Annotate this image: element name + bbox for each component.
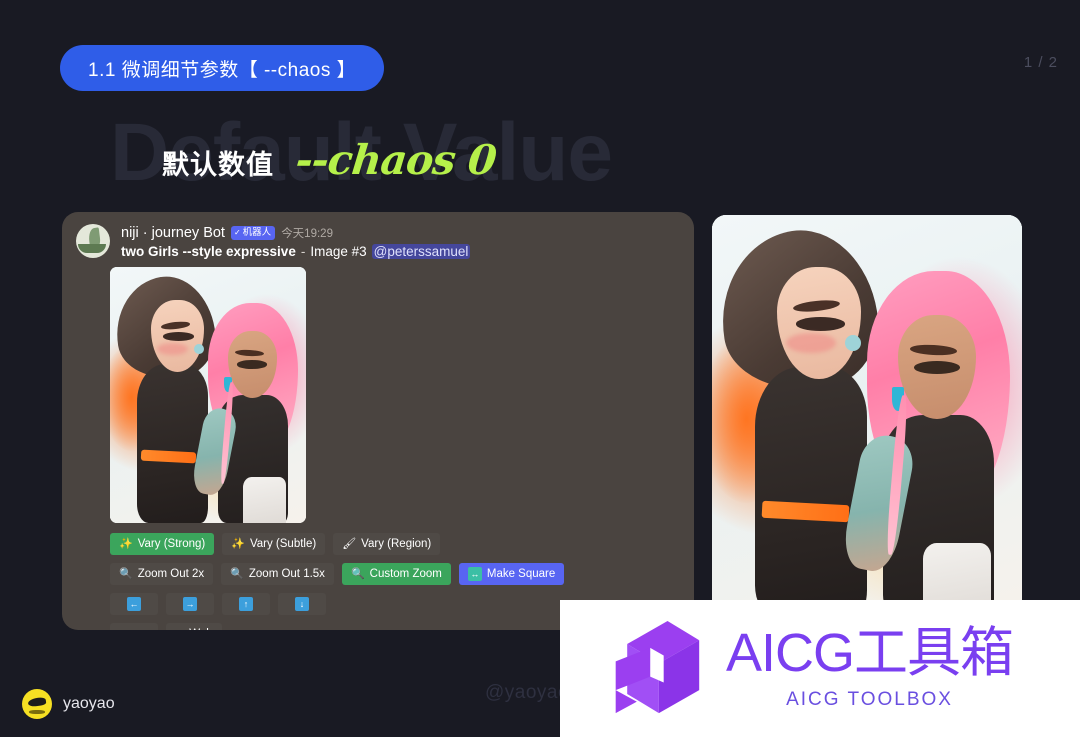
headline-parameter: --chaos 0 [293, 136, 499, 184]
art-left-eye [162, 332, 195, 341]
art-left-earring [845, 335, 861, 351]
button-label: Make Square [486, 568, 556, 580]
magnifier-icon: 🔍 [230, 567, 244, 580]
aicg-logo-texts: AICG工具箱 AICG TOOLBOX [726, 623, 1014, 711]
discord-message-header: niji · journey Bot ✓ 机器人 今天19:29 two Gir… [62, 212, 694, 259]
art-left-blush [786, 333, 836, 353]
vary-region-button[interactable]: 🖌 Vary (Region) [333, 533, 441, 555]
arrow-left-button[interactable]: ← [110, 593, 158, 615]
author-credit: yaoyao [22, 689, 115, 719]
page-indicator: 1 / 2 [1023, 54, 1058, 71]
slide-root: 1.1 微调细节参数【 --chaos 】 1 / 2 Default Valu… [0, 0, 1080, 737]
art-left-body [755, 367, 867, 615]
message-timestamp: 今天19:29 [281, 228, 333, 240]
aicg-logo-block: AICG工具箱 AICG TOOLBOX [560, 600, 1080, 737]
discord-message-body: niji · journey Bot ✓ 机器人 今天19:29 two Gir… [121, 224, 471, 259]
arrow-down-icon: ↓ [295, 597, 309, 611]
button-label: Vary (Region) [361, 538, 432, 550]
make-square-button[interactable]: ↔ Make Square [458, 563, 565, 585]
author-name: yaoyao [63, 695, 115, 712]
button-label: Vary (Subtle) [249, 538, 317, 550]
art-right-eye [913, 361, 960, 374]
headline-foreground: 默认数值 --chaos 0 [162, 136, 499, 184]
center-watermark: @yaoyao [485, 682, 570, 703]
heart-icon: ❤ [128, 627, 140, 630]
button-label: Web [189, 628, 212, 630]
arrow-right-icon: → [183, 597, 197, 611]
zoom-out-1-5x-button[interactable]: 🔍 Zoom Out 1.5x [221, 563, 334, 585]
vary-strong-button[interactable]: ✨ Vary (Strong) [110, 533, 215, 555]
prompt-text: two Girls --style expressive [121, 244, 296, 259]
art-right-skirt [243, 476, 287, 523]
paintbrush-icon: 🖌 [342, 537, 357, 550]
bot-badge: ✓ 机器人 [230, 225, 276, 241]
headline-chinese: 默认数值 [162, 150, 274, 180]
arrow-right-button[interactable]: → [166, 593, 214, 615]
discord-button-row: 🔍 Zoom Out 2x 🔍 Zoom Out 1.5x 🔍 Custom Zoom ↔ M… [110, 563, 694, 585]
left-right-arrows-icon: ↔ [467, 567, 482, 581]
button-label: Zoom Out 1.5x [248, 568, 325, 580]
check-icon: ✓ [233, 227, 241, 237]
niji-bot-avatar [76, 224, 110, 258]
magnifier-icon: 🔍 [119, 567, 133, 580]
bot-badge-label: 机器人 [242, 226, 272, 238]
bot-username[interactable]: niji · journey Bot [121, 225, 225, 241]
art-left-eye [795, 317, 846, 331]
aicg-cube-logo [615, 620, 700, 713]
art-left-body [137, 364, 208, 523]
art-right-eye [237, 360, 267, 369]
art-left-earring [194, 343, 205, 355]
arrow-down-button[interactable]: ↓ [278, 593, 326, 615]
arrow-left-icon: ← [127, 597, 141, 611]
slide-title-text: 1.1 微调细节参数【 --chaos 】 [88, 59, 357, 81]
slide-title-pill: 1.1 微调细节参数【 --chaos 】 [60, 45, 385, 91]
heart-button[interactable]: ❤ [110, 623, 158, 630]
discord-author-line: niji · journey Bot ✓ 机器人 今天19:29 [121, 225, 470, 241]
zoom-out-2x-button[interactable]: 🔍 Zoom Out 2x [110, 563, 214, 585]
magnifier-icon: 🔍 [350, 567, 365, 580]
sparkle-wand-icon: ✨ [231, 537, 245, 550]
arrow-up-icon: ↑ [239, 597, 253, 611]
button-label: Custom Zoom [369, 568, 442, 580]
sparkle-wand-icon: ✨ [119, 537, 133, 550]
custom-zoom-button[interactable]: 🔍 Custom Zoom [341, 563, 451, 585]
aicg-logo-subtitle: AICG TOOLBOX [786, 689, 953, 710]
illustration-art-large [712, 215, 1022, 615]
discord-message-text: two Girls --style expressive - Image #3 … [121, 244, 471, 259]
prompt-separator: - [300, 244, 306, 259]
generated-image-thumbnail[interactable] [110, 267, 306, 523]
aicg-logo-title: AICG工具箱 [726, 623, 1014, 683]
arrow-up-button[interactable]: ↑ [222, 593, 270, 615]
user-mention[interactable]: @peterssamuel [371, 244, 471, 259]
discord-message-panel: niji · journey Bot ✓ 机器人 今天19:29 two Gir… [62, 212, 694, 630]
generated-image-large[interactable] [712, 215, 1022, 615]
vary-subtle-button[interactable]: ✨ Vary (Subtle) [222, 533, 326, 555]
button-label: Zoom Out 2x [137, 568, 205, 580]
headline-block: Default Value 默认数值 --chaos 0 [110, 112, 970, 202]
web-button[interactable]: ↗ Web [166, 623, 222, 630]
yaoyao-avatar [22, 689, 52, 719]
discord-button-row: ✨ Vary (Strong) ✨ Vary (Subtle) 🖌 Vary (Regio… [110, 533, 694, 555]
external-link-icon: ↗ [175, 628, 184, 630]
button-label: Vary (Strong) [137, 538, 206, 550]
illustration-art [110, 267, 306, 523]
image-index-label: Image #3 [310, 244, 367, 259]
